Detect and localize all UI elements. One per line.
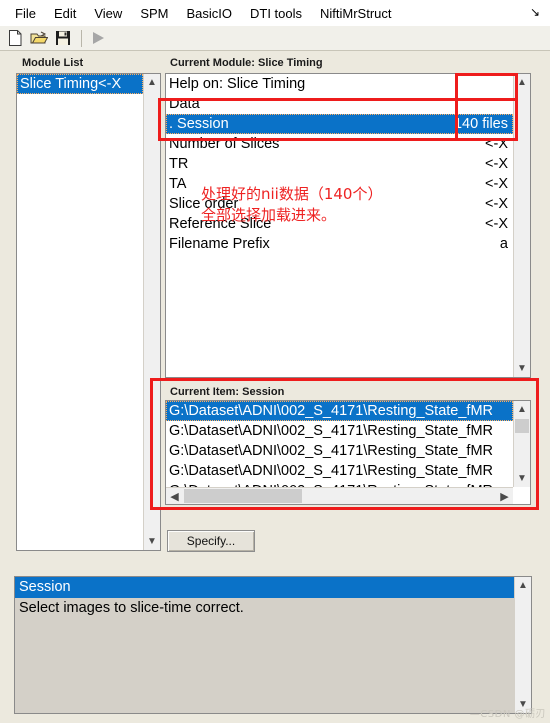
param-label: TA bbox=[169, 176, 187, 192]
param-row-session[interactable]: . Session 140 files bbox=[166, 114, 513, 134]
param-row-data[interactable]: Data bbox=[166, 94, 513, 114]
session-file-path: G:\Dataset\ADNI\002_S_4171\Resting_State… bbox=[169, 463, 494, 479]
menu-item-file[interactable]: File bbox=[6, 4, 45, 23]
param-value: a bbox=[499, 236, 508, 252]
menu-overflow-arrow-icon[interactable]: ↘ bbox=[528, 4, 542, 20]
module-list-items: Slice Timing<-X bbox=[17, 74, 143, 550]
current-item-box[interactable]: G:\Dataset\ADNI\002_S_4171\Resting_State… bbox=[165, 400, 531, 505]
specify-button[interactable]: Specify... bbox=[167, 530, 255, 552]
help-panel-body: Select images to slice-time correct. bbox=[19, 600, 244, 616]
module-list-item-label: Slice Timing<-X bbox=[20, 76, 122, 92]
current-module-rows: Help on: Slice Timing Data . Session 140… bbox=[166, 74, 513, 377]
menu-item-edit[interactable]: Edit bbox=[45, 4, 85, 23]
scroll-down-icon[interactable]: ▼ bbox=[514, 360, 530, 377]
help-panel: Session Select images to slice-time corr… bbox=[14, 576, 532, 714]
open-folder-button[interactable] bbox=[28, 28, 50, 49]
new-file-icon bbox=[8, 30, 21, 46]
scroll-right-icon[interactable]: ▶ bbox=[496, 488, 513, 504]
module-list-box[interactable]: Slice Timing<-X ▲ ▼ bbox=[16, 73, 161, 551]
param-row-number-of-slices[interactable]: Number of Slices <-X bbox=[166, 134, 513, 154]
scroll-up-icon[interactable]: ▲ bbox=[514, 74, 530, 91]
session-file-item[interactable]: G:\Dataset\ADNI\002_S_4171\Resting_State… bbox=[166, 401, 513, 421]
session-file-path: G:\Dataset\ADNI\002_S_4171\Resting_State… bbox=[169, 423, 494, 439]
toolbar-separator bbox=[81, 29, 82, 47]
toolbar bbox=[0, 26, 550, 51]
current-module-box[interactable]: Help on: Slice Timing Data . Session 140… bbox=[165, 73, 531, 378]
session-list-hscrollbar[interactable]: ◀ ▶ bbox=[166, 487, 513, 504]
session-file-path: G:\Dataset\ADNI\002_S_4171\Resting_State… bbox=[169, 403, 494, 419]
scroll-up-icon[interactable]: ▲ bbox=[144, 74, 160, 91]
param-value: <-X bbox=[485, 156, 508, 172]
session-file-path: G:\Dataset\ADNI\002_S_4171\Resting_State… bbox=[169, 443, 494, 459]
menu-item-spm[interactable]: SPM bbox=[131, 4, 177, 23]
module-list-title: Module List bbox=[22, 57, 84, 69]
save-icon bbox=[56, 31, 70, 45]
scroll-thumb[interactable] bbox=[515, 419, 529, 433]
scroll-thumb[interactable] bbox=[184, 489, 302, 503]
session-file-list: G:\Dataset\ADNI\002_S_4171\Resting_State… bbox=[166, 401, 513, 487]
current-module-scrollbar[interactable]: ▲ ▼ bbox=[513, 74, 530, 377]
open-folder-icon bbox=[30, 31, 48, 44]
param-value: <-X bbox=[485, 196, 508, 212]
param-label: Data bbox=[169, 96, 200, 112]
run-icon bbox=[92, 32, 104, 44]
help-panel-title: Session bbox=[15, 577, 531, 598]
new-file-button[interactable] bbox=[4, 28, 26, 49]
session-file-item[interactable]: G:\Dataset\ADNI\002_S_4171\Resting_State… bbox=[166, 441, 513, 461]
scroll-up-icon[interactable]: ▲ bbox=[514, 401, 530, 418]
current-item-title: Current Item: Session bbox=[170, 386, 285, 398]
param-label: Number of Slices bbox=[169, 136, 280, 152]
menu-item-niftimrstruct[interactable]: NiftiMrStruct bbox=[311, 4, 401, 23]
module-list-item[interactable]: Slice Timing<-X bbox=[17, 74, 143, 94]
save-button[interactable] bbox=[52, 28, 74, 49]
param-value: <-X bbox=[485, 176, 508, 192]
menu-item-dti-tools[interactable]: DTI tools bbox=[241, 4, 311, 23]
session-list-vscrollbar[interactable]: ▲ ▼ bbox=[513, 401, 530, 487]
param-row-help[interactable]: Help on: Slice Timing bbox=[166, 74, 513, 94]
param-value: <-X bbox=[485, 216, 508, 232]
param-label: Help on: Slice Timing bbox=[169, 76, 306, 92]
param-label: Filename Prefix bbox=[169, 236, 270, 252]
scroll-left-icon[interactable]: ◀ bbox=[166, 488, 183, 504]
module-list-scrollbar[interactable]: ▲ ▼ bbox=[143, 74, 160, 550]
param-row-filename-prefix[interactable]: Filename Prefix a bbox=[166, 234, 513, 254]
csdn-watermark: —CSDN @砺刃 bbox=[469, 709, 546, 720]
menu-item-basicio[interactable]: BasicIO bbox=[177, 4, 241, 23]
session-file-item[interactable]: G:\Dataset\ADNI\002_S_4171\Resting_State… bbox=[166, 461, 513, 481]
scroll-up-icon[interactable]: ▲ bbox=[515, 577, 531, 594]
help-panel-scrollbar[interactable]: ▲ ▼ bbox=[514, 577, 531, 713]
menu-item-view[interactable]: View bbox=[85, 4, 131, 23]
param-value: <-X bbox=[485, 136, 508, 152]
param-label: TR bbox=[169, 156, 189, 172]
current-module-title: Current Module: Slice Timing bbox=[170, 57, 323, 69]
param-label: . Session bbox=[169, 116, 229, 132]
menu-bar: File Edit View SPM BasicIO DTI tools Nif… bbox=[0, 0, 550, 26]
session-file-item[interactable]: G:\Dataset\ADNI\002_S_4171\Resting_State… bbox=[166, 421, 513, 441]
scroll-down-icon[interactable]: ▼ bbox=[514, 470, 530, 487]
param-value: 140 files bbox=[453, 116, 508, 132]
run-button[interactable] bbox=[87, 28, 109, 49]
param-row-tr[interactable]: TR <-X bbox=[166, 154, 513, 174]
scroll-down-icon[interactable]: ▼ bbox=[144, 533, 160, 550]
annotation-note: 处理好的nii数据（140个） 全部选择加载进来。 bbox=[201, 185, 383, 224]
